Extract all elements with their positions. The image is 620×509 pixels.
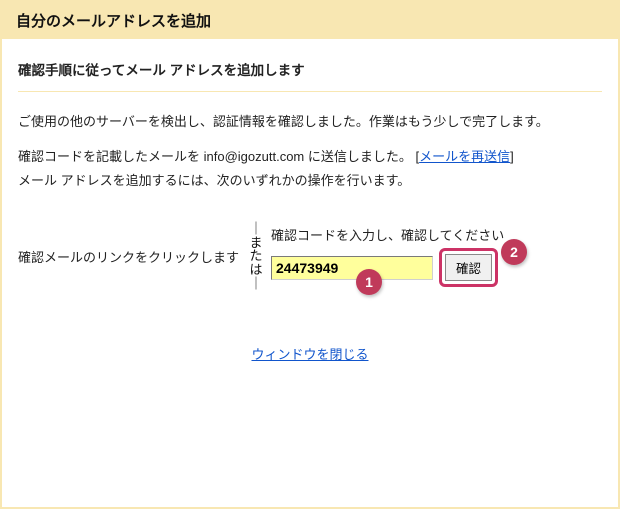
section-title: 確認手順に従ってメール アドレスを追加します: [18, 51, 602, 92]
detected-line: ご使用の他のサーバーを検出し、認証情報を確認しました。作業はもう少しで完了します…: [18, 110, 602, 135]
sent-prefix: 確認コードを記載したメールを: [18, 149, 204, 164]
annotation-callout-1: 1: [356, 269, 382, 295]
sent-email: info@igozutt.com: [204, 149, 305, 164]
code-input-row: 確認: [271, 248, 504, 287]
sent-close-bracket: ]: [510, 149, 514, 164]
sent-suffix: に送信しました。 [: [304, 149, 419, 164]
close-window-link[interactable]: ウィンドウを閉じる: [251, 347, 368, 362]
confirm-highlight: 確認: [439, 248, 498, 287]
resend-link[interactable]: メールを再送信: [419, 149, 510, 164]
or-dash-bottom: ｜: [247, 277, 265, 291]
dialog-content: 確認手順に従ってメール アドレスを追加します ご使用の他のサーバーを検出し、認証…: [2, 39, 618, 363]
sent-line: 確認コードを記載したメールを info@igozutt.com に送信しました。…: [18, 145, 602, 194]
dialog-header: 自分のメールアドレスを追加: [2, 2, 618, 39]
close-row: ウィンドウを閉じる: [18, 344, 602, 363]
or-char-ha: は: [247, 263, 265, 277]
instruction-line: メール アドレスを追加するには、次のいずれかの操作を行います。: [18, 173, 410, 188]
body-text: ご使用の他のサーバーを検出し、認証情報を確認しました。作業はもう少しで完了します…: [18, 110, 602, 194]
or-char-ma: ま: [247, 236, 265, 250]
code-entry-label: 確認コードを入力し、確認してください: [271, 225, 504, 244]
dialog-frame: 自分のメールアドレスを追加 確認手順に従ってメール アドレスを追加します ご使用…: [0, 0, 620, 509]
verify-row: 確認メールのリンクをクリックします ｜ ま た は ｜ 確認コードを入力し、確認…: [18, 222, 602, 290]
or-separator: ｜ ま た は ｜: [247, 222, 265, 290]
or-char-ta: た: [247, 249, 265, 263]
code-entry-group: 確認コードを入力し、確認してください 確認 1 2: [271, 225, 504, 287]
click-link-option: 確認メールのリンクをクリックします: [18, 247, 247, 266]
verification-code-input[interactable]: [271, 256, 433, 280]
or-dash-top: ｜: [247, 222, 265, 236]
dialog-title: 自分のメールアドレスを追加: [16, 13, 211, 30]
confirm-button[interactable]: 確認: [445, 254, 492, 281]
annotation-callout-2: 2: [501, 239, 527, 265]
